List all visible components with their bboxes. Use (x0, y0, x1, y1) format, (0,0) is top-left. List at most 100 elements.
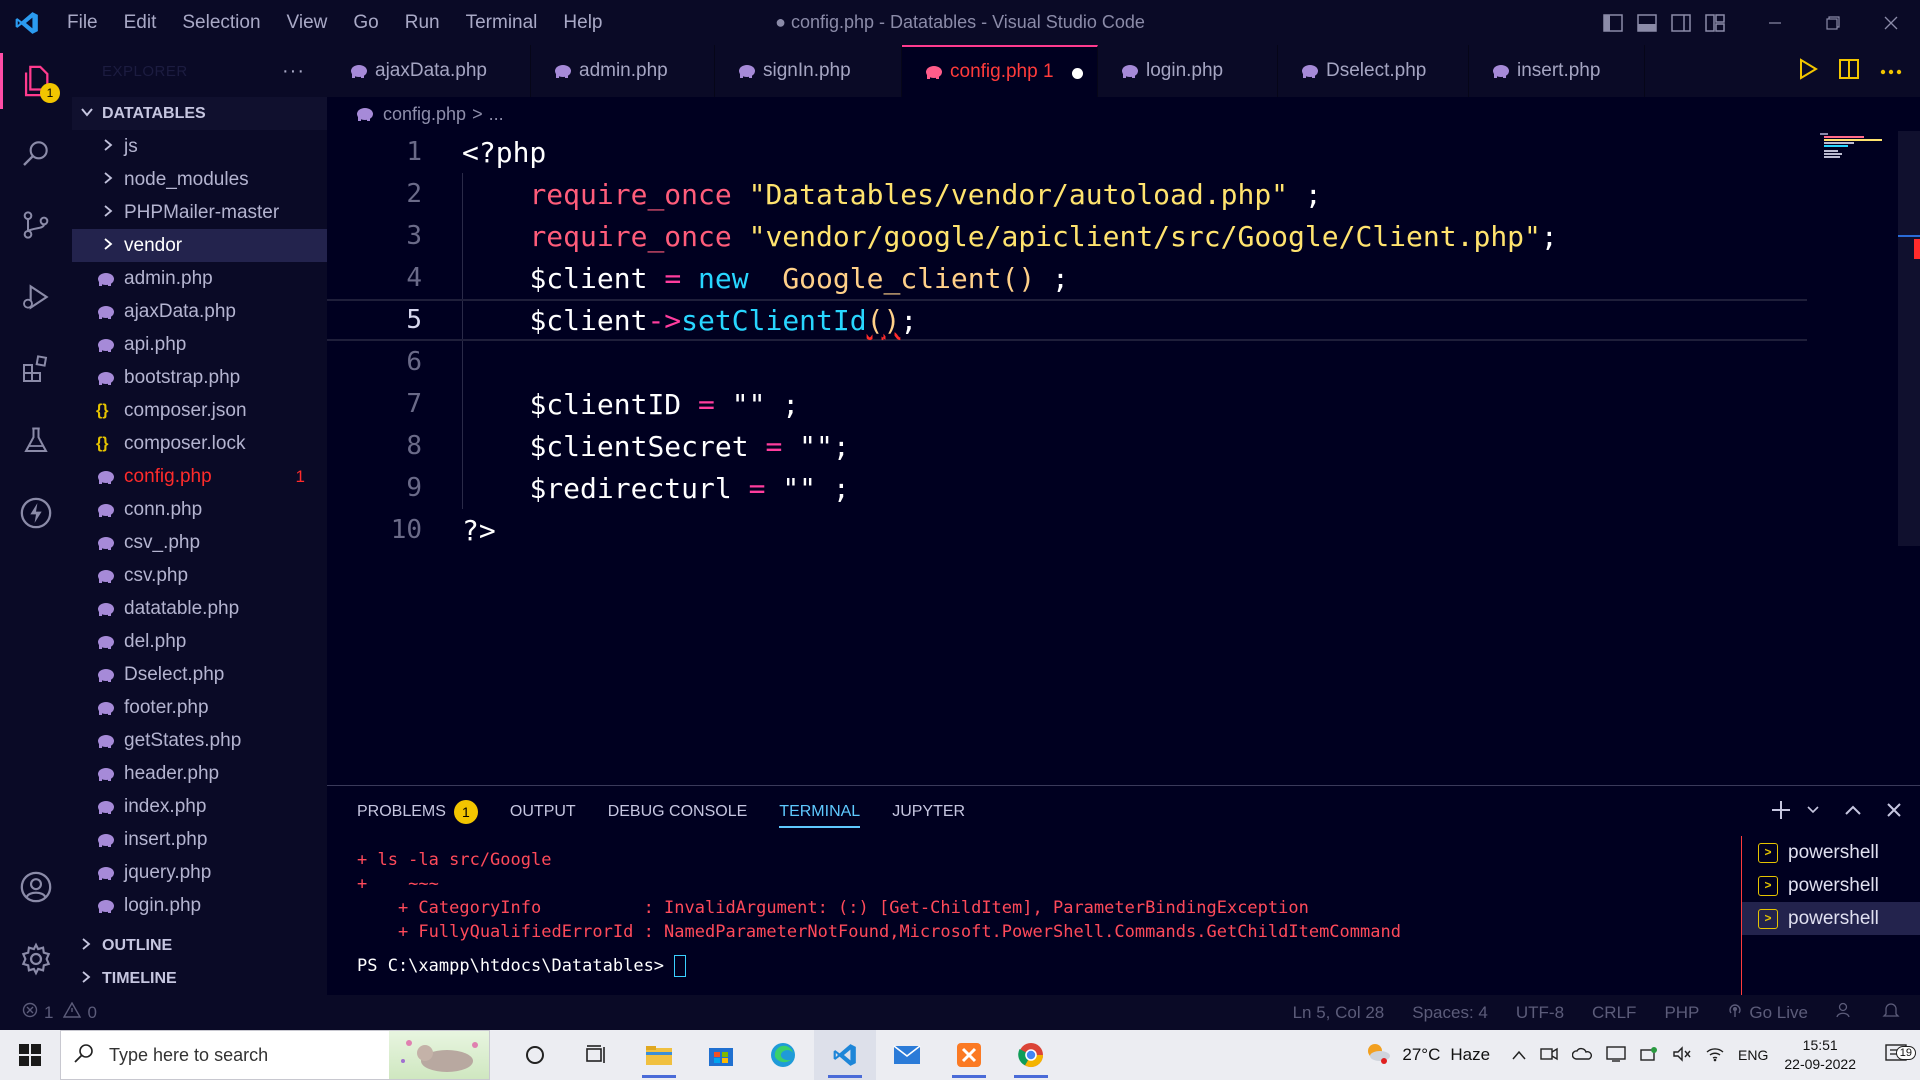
panel-tab-debug-console[interactable]: DEBUG CONSOLE (608, 786, 748, 838)
file-item[interactable]: jquery.php (72, 856, 327, 889)
file-item[interactable]: api.php (72, 328, 327, 361)
windows-start-icon[interactable] (0, 1030, 60, 1080)
file-item[interactable]: Dselect.php (72, 658, 327, 691)
edge-browser-icon[interactable] (752, 1030, 814, 1080)
settings-gear-icon[interactable] (0, 923, 72, 995)
code-line-5-current[interactable]: 5 $client->setClientId(); (327, 299, 1807, 341)
file-item[interactable]: csv_.php (72, 526, 327, 559)
xampp-icon[interactable] (938, 1030, 1000, 1080)
run-debug-icon[interactable] (0, 261, 72, 333)
taskbar-search-box[interactable]: Type here to search (60, 1030, 490, 1080)
panel-tab-jupyter[interactable]: JUPYTER (892, 786, 965, 838)
workspace-root[interactable]: DATATABLES (72, 97, 327, 130)
menu-go[interactable]: Go (340, 0, 391, 45)
menu-run[interactable]: Run (392, 0, 453, 45)
code-line-7[interactable]: 7 $clientID = "" ; (327, 383, 1807, 425)
panel-tab-problems[interactable]: PROBLEMS 1 (357, 786, 478, 838)
folder-phpmailer[interactable]: PHPMailer-master (72, 196, 327, 229)
file-item[interactable]: admin.php (72, 262, 327, 295)
tab-signin[interactable]: signIn.php (715, 45, 902, 97)
cursor-position[interactable]: Ln 5, Col 28 (1293, 1003, 1385, 1023)
onedrive-icon[interactable] (1571, 1047, 1593, 1064)
minimize-icon[interactable] (1746, 0, 1804, 45)
tab-insert[interactable]: insert.php (1469, 45, 1645, 97)
action-center-icon[interactable]: 19 (1874, 1044, 1920, 1066)
explorer-icon[interactable]: 1 (0, 45, 72, 117)
code-line-1[interactable]: 1 <?php (327, 131, 1807, 173)
close-panel-icon[interactable] (1886, 802, 1902, 823)
file-item[interactable]: login.php (72, 889, 327, 922)
file-item[interactable]: footer.php (72, 691, 327, 724)
battery-saver-icon[interactable] (1640, 1046, 1658, 1065)
thunder-client-icon[interactable] (0, 477, 72, 549)
language-mode[interactable]: PHP (1664, 1003, 1699, 1023)
file-item[interactable]: getStates.php (72, 724, 327, 757)
toggle-panel-icon[interactable] (1630, 0, 1664, 45)
split-editor-icon[interactable] (1838, 58, 1860, 85)
restore-icon[interactable] (1804, 0, 1862, 45)
file-item[interactable]: {} composer.lock (72, 427, 327, 460)
file-item[interactable]: csv.php (72, 559, 327, 592)
customize-layout-icon[interactable] (1698, 0, 1732, 45)
file-item[interactable]: config.php 1 (72, 460, 327, 493)
outline-section[interactable]: OUTLINE (72, 929, 327, 962)
maximize-panel-icon[interactable] (1844, 803, 1862, 822)
code-line-9[interactable]: 9 $redirecturl = "" ; (327, 467, 1807, 509)
clock[interactable]: 15:51 22-09-2022 (1784, 1036, 1856, 1074)
tab-login[interactable]: login.php (1098, 45, 1278, 97)
more-actions-icon[interactable] (1880, 62, 1902, 80)
chrome-browser-icon[interactable] (1000, 1030, 1062, 1080)
file-item[interactable]: conn.php (72, 493, 327, 526)
breadcrumb-symbols[interactable]: ... (489, 104, 504, 125)
timeline-section[interactable]: TIMELINE (72, 962, 327, 995)
menu-file[interactable]: File (54, 0, 111, 45)
chevron-up-icon[interactable] (1512, 1047, 1526, 1063)
folder-vendor[interactable]: vendor (72, 229, 327, 262)
meet-now-icon[interactable] (1540, 1047, 1558, 1064)
code-editor[interactable]: 1 <?php 2 require_once "Datatables/vendo… (327, 131, 1920, 781)
code-line-10[interactable]: 10 ?> (327, 509, 1807, 551)
search-icon[interactable] (0, 117, 72, 189)
problems-status[interactable]: 1 0 (22, 1001, 97, 1023)
file-item[interactable]: ajaxData.php (72, 295, 327, 328)
panel-tab-output[interactable]: OUTPUT (510, 786, 576, 838)
tab-dselect[interactable]: Dselect.php (1278, 45, 1469, 97)
go-live-button[interactable]: Go Live (1727, 1002, 1808, 1023)
menu-view[interactable]: View (274, 0, 341, 45)
indentation[interactable]: Spaces: 4 (1412, 1003, 1488, 1023)
code-line-4[interactable]: 4 $client = new Google_client() ; (327, 257, 1807, 299)
input-language[interactable]: ENG (1738, 1047, 1768, 1063)
menu-edit[interactable]: Edit (111, 0, 170, 45)
chevron-down-icon[interactable] (1806, 803, 1820, 822)
close-window-icon[interactable] (1862, 0, 1920, 45)
file-item[interactable]: insert.php (72, 823, 327, 856)
terminal-instance[interactable]: > powershell (1742, 869, 1920, 902)
end-of-line[interactable]: CRLF (1592, 1003, 1636, 1023)
breadcrumb-file[interactable]: config.php (383, 104, 466, 125)
cortana-icon[interactable] (504, 1030, 566, 1080)
accounts-icon[interactable] (0, 851, 72, 923)
tab-config[interactable]: config.php 1 (902, 45, 1098, 97)
encoding[interactable]: UTF-8 (1516, 1003, 1564, 1023)
vscode-taskbar-icon[interactable] (814, 1030, 876, 1080)
unsaved-dot-icon[interactable] (1072, 68, 1083, 79)
volume-muted-icon[interactable] (1672, 1045, 1692, 1065)
microsoft-store-icon[interactable] (690, 1030, 752, 1080)
menu-terminal[interactable]: Terminal (453, 0, 551, 45)
source-control-icon[interactable] (0, 189, 72, 261)
file-item[interactable]: index.php (72, 790, 327, 823)
folder-js[interactable]: js (72, 130, 327, 163)
task-view-icon[interactable] (566, 1030, 628, 1080)
display-icon[interactable] (1606, 1045, 1626, 1065)
code-line-2[interactable]: 2 require_once "Datatables/vendor/autolo… (327, 173, 1807, 215)
tab-admin[interactable]: admin.php (531, 45, 715, 97)
new-terminal-icon[interactable] (1770, 799, 1792, 826)
code-line-8[interactable]: 8 $clientSecret = ""; (327, 425, 1807, 467)
minimap[interactable] (1820, 131, 1884, 161)
toggle-secondary-sidebar-icon[interactable] (1664, 0, 1698, 45)
file-item[interactable]: {} composer.json (72, 394, 327, 427)
terminal-instance-active[interactable]: > powershell (1742, 902, 1920, 935)
testing-icon[interactable] (0, 405, 72, 477)
terminal-instance[interactable]: > powershell (1742, 836, 1920, 869)
notifications-bell-icon[interactable] (1882, 1001, 1900, 1024)
